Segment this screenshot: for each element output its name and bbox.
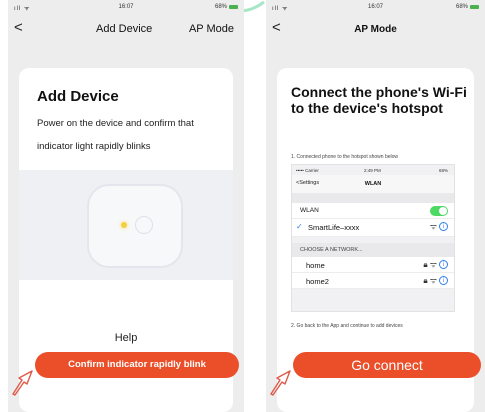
add-device-card: Add Device Power on the device and confi… bbox=[19, 68, 239, 412]
card-title: Add Device bbox=[37, 88, 119, 105]
battery-indicator: 68% bbox=[456, 4, 479, 10]
right-phone-screen: ıll ᯤ 16:07 68% < AP Mode Connect the ph… bbox=[266, 0, 485, 412]
mini-battery: 68% bbox=[438, 168, 448, 173]
device-image bbox=[89, 186, 181, 266]
ap-mode-card: Connect the phone's Wi-Fi to the device'… bbox=[277, 68, 481, 412]
indicator-light-icon bbox=[121, 222, 127, 228]
device-illustration bbox=[19, 170, 233, 280]
device-button-icon bbox=[135, 216, 153, 234]
wlan-label: WLAN bbox=[300, 207, 319, 214]
left-phone-screen: ıll ᯤ 16:07 68% < Add Device AP Mode Add… bbox=[8, 0, 244, 412]
info-icon[interactable]: i bbox=[439, 276, 448, 285]
mini-spacer bbox=[292, 193, 454, 203]
lock-icon: 🔒︎ bbox=[423, 275, 428, 285]
card-title: Connect the phone's Wi-Fi to the device'… bbox=[291, 84, 467, 116]
checkmark-icon: ✓ bbox=[296, 222, 303, 231]
status-bar: ıll ᯤ 16:07 68% bbox=[8, 0, 244, 14]
choose-network-header: CHOOSE A NETWORK... bbox=[292, 243, 454, 257]
step-one-text: 1. Connected phone to the hotspot shown … bbox=[291, 154, 399, 160]
ap-mode-button[interactable]: AP Mode bbox=[189, 23, 234, 35]
connected-network-row[interactable]: ✓ SmartLife–xxxx ᯤ i bbox=[292, 219, 454, 237]
wifi-settings-example: ••••• Carrier 2:49 PM 68% <Settings WLAN… bbox=[291, 164, 455, 312]
wifi-icon: ᯤ bbox=[429, 222, 437, 231]
battery-indicator: 68% bbox=[215, 4, 238, 10]
battery-percent: 68% bbox=[455, 4, 468, 10]
info-icon[interactable]: i bbox=[439, 222, 448, 231]
status-time: 16:07 bbox=[367, 4, 383, 10]
lock-icon: 🔒︎ bbox=[423, 259, 428, 269]
mini-status-bar: ••••• Carrier 2:49 PM 68% bbox=[292, 165, 454, 175]
page-title: AP Mode bbox=[354, 24, 397, 35]
battery-percent: 68% bbox=[214, 4, 227, 10]
network-row-home2[interactable]: home2 🔒︎ ᯤ i bbox=[292, 273, 454, 289]
battery-icon bbox=[470, 5, 479, 9]
status-bar: ıll ᯤ 16:07 68% bbox=[266, 0, 485, 14]
mini-carrier: ••••• Carrier bbox=[296, 168, 319, 173]
wlan-toggle-row: WLAN bbox=[292, 203, 454, 219]
help-link[interactable]: Help bbox=[19, 332, 233, 344]
wifi-icon: ᯤ bbox=[429, 276, 437, 285]
info-icon[interactable]: i bbox=[439, 260, 448, 269]
nav-bar: < AP Mode bbox=[266, 14, 485, 44]
battery-icon bbox=[229, 5, 238, 9]
mini-title: WLAN bbox=[364, 181, 382, 187]
step-two-text: 2. Go back to the App and continue to ad… bbox=[291, 323, 403, 329]
mini-nav-bar: <Settings WLAN bbox=[292, 175, 454, 193]
card-description: Power on the device and confirm that ind… bbox=[37, 118, 194, 152]
nav-bar: < Add Device AP Mode bbox=[8, 14, 244, 44]
pointer-arrow-icon bbox=[12, 370, 33, 396]
connected-network-name: SmartLife–xxxx bbox=[308, 223, 360, 232]
network-row-home[interactable]: home 🔒︎ ᯤ i bbox=[292, 257, 454, 273]
confirm-blink-button[interactable]: Confirm indicator rapidly blink bbox=[35, 352, 239, 378]
network-name: home bbox=[306, 261, 325, 270]
go-connect-button[interactable]: Go connect bbox=[293, 352, 481, 378]
network-name: home2 bbox=[306, 277, 329, 286]
status-time: 16:07 bbox=[118, 4, 134, 10]
mini-time: 2:49 PM bbox=[364, 168, 381, 173]
page-title: Add Device bbox=[96, 23, 153, 35]
pointer-arrow-icon bbox=[270, 370, 291, 396]
wifi-icon: ᯤ bbox=[429, 260, 437, 269]
wlan-toggle[interactable] bbox=[430, 206, 448, 216]
back-chevron-icon[interactable]: < bbox=[14, 19, 23, 36]
